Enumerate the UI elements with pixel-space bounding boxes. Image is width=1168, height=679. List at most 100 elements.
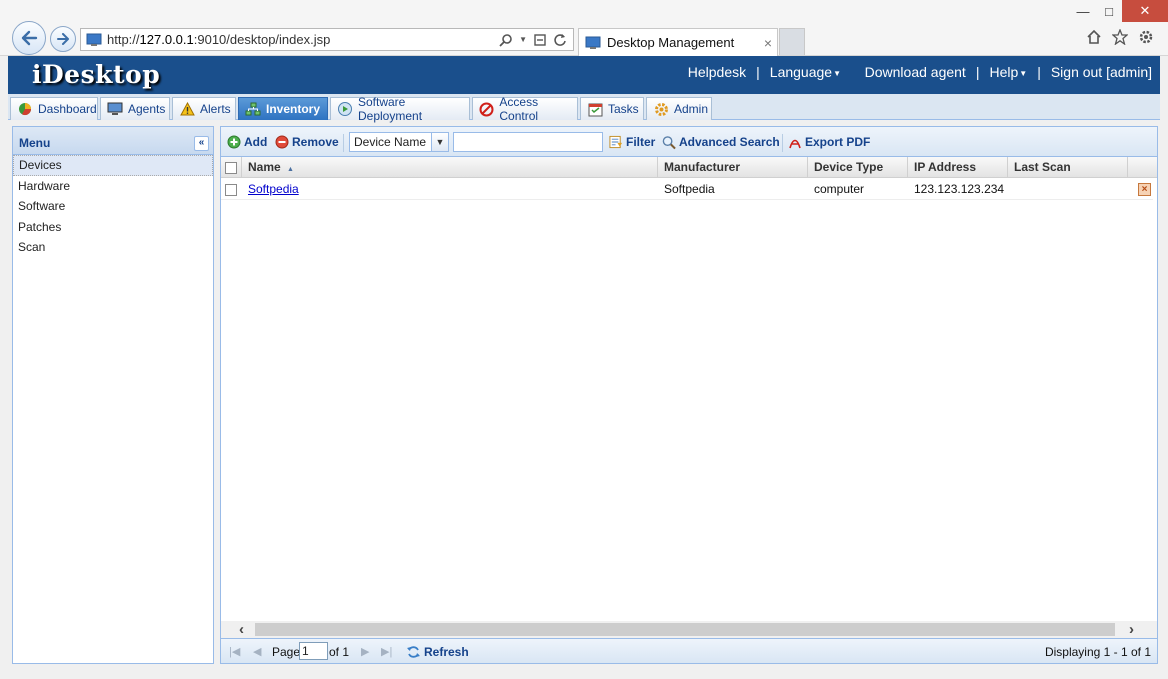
remove-icon bbox=[275, 135, 289, 149]
download-agent-link[interactable]: Download agent bbox=[865, 64, 966, 80]
column-manufacturer[interactable]: Manufacturer bbox=[658, 157, 808, 178]
tab-close-button[interactable]: × bbox=[759, 35, 777, 51]
new-tab-button[interactable] bbox=[779, 28, 805, 55]
monitor-icon bbox=[107, 101, 123, 117]
search-icon[interactable] bbox=[499, 33, 513, 47]
pie-chart-icon bbox=[17, 101, 33, 117]
tab-dashboard[interactable]: Dashboard bbox=[10, 97, 98, 120]
select-all-checkbox[interactable] bbox=[225, 161, 237, 174]
menu-item-patches[interactable]: Patches bbox=[13, 217, 213, 238]
url-host: 127.0.0.1 bbox=[139, 32, 194, 47]
scrollbar-thumb[interactable] bbox=[255, 623, 1115, 636]
header-links: Helpdesk | Language▼ | Download agent | … bbox=[688, 64, 1152, 80]
first-page-icon[interactable]: |◀ bbox=[229, 645, 240, 658]
helpdesk-link[interactable]: Helpdesk bbox=[688, 64, 746, 80]
scroll-left-icon[interactable]: ‹ bbox=[233, 621, 250, 638]
collapse-panel-button[interactable]: « bbox=[194, 136, 209, 151]
tab-software-deployment[interactable]: Software Deployment bbox=[330, 95, 470, 123]
filter-label: Filter bbox=[626, 135, 656, 149]
device-link[interactable]: Softpedia bbox=[248, 182, 299, 196]
table-row[interactable]: Softpedia Softpedia computer 123.123.123… bbox=[221, 179, 1153, 200]
tab-label: Admin bbox=[674, 102, 709, 116]
close-window-button[interactable]: ✕ bbox=[1122, 0, 1168, 22]
search-field-select[interactable]: Device Name ▼ bbox=[349, 132, 449, 152]
export-pdf-label: Export PDF bbox=[805, 135, 871, 149]
add-button[interactable]: Add bbox=[227, 135, 267, 149]
page-label: Page bbox=[272, 645, 301, 659]
tab-tasks[interactable]: Tasks bbox=[580, 97, 644, 120]
tab-label: Alerts bbox=[200, 102, 231, 116]
menu-item-scan[interactable]: Scan bbox=[13, 237, 213, 258]
chevron-down-icon[interactable]: ▼ bbox=[519, 35, 527, 44]
filter-icon bbox=[609, 135, 623, 149]
page-count: of 1 bbox=[329, 645, 350, 659]
window-controls: — □ ✕ bbox=[1070, 0, 1168, 22]
address-bar[interactable]: http://127.0.0.1:9010/desktop/index.jsp … bbox=[80, 28, 574, 51]
filter-button[interactable]: Filter bbox=[609, 135, 655, 149]
maximize-button[interactable]: □ bbox=[1096, 0, 1122, 22]
scroll-right-icon[interactable]: › bbox=[1123, 621, 1140, 638]
refresh-icon bbox=[407, 646, 420, 658]
add-label: Add bbox=[244, 135, 268, 149]
toolbar-separator bbox=[343, 134, 344, 152]
help-link[interactable]: Help▼ bbox=[989, 64, 1027, 80]
sign-out-link[interactable]: Sign out [admin] bbox=[1051, 64, 1152, 80]
last-page-icon[interactable]: ▶| bbox=[381, 645, 392, 658]
column-name[interactable]: Name ▲ bbox=[242, 157, 658, 178]
column-last-scan[interactable]: Last Scan bbox=[1008, 157, 1128, 178]
page-number-input[interactable]: 1 bbox=[299, 642, 328, 660]
remove-button[interactable]: Remove bbox=[275, 135, 339, 149]
tab-label: Access Control bbox=[499, 95, 539, 123]
row-checkbox[interactable] bbox=[225, 183, 237, 196]
prev-page-icon[interactable]: ◀ bbox=[253, 645, 261, 658]
select-all-cell bbox=[221, 157, 242, 178]
browser-tab[interactable]: Desktop Management × bbox=[578, 28, 778, 56]
browser-chrome: — □ ✕ http://127.0.0.1:9010/desktop/inde… bbox=[0, 0, 1168, 56]
tab-label: Inventory bbox=[266, 102, 321, 116]
back-button[interactable] bbox=[12, 21, 46, 55]
column-device-type[interactable]: Device Type bbox=[808, 157, 908, 178]
menu-item-software[interactable]: Software bbox=[13, 196, 213, 217]
language-link[interactable]: Language▼ bbox=[770, 64, 841, 80]
tab-admin[interactable]: Admin bbox=[646, 97, 712, 120]
url-prefix: http:// bbox=[107, 32, 140, 47]
tab-inventory[interactable]: Inventory bbox=[238, 97, 328, 120]
forward-button[interactable] bbox=[50, 26, 76, 52]
search-field-value: Device Name bbox=[354, 135, 427, 149]
language-label: Language bbox=[769, 64, 833, 80]
chevron-down-icon[interactable]: ▼ bbox=[431, 133, 448, 151]
warning-icon bbox=[179, 101, 195, 117]
toolbar-separator bbox=[782, 134, 783, 152]
menu-item-devices[interactable]: Devices bbox=[13, 155, 213, 176]
export-pdf-button[interactable]: Export PDF bbox=[788, 135, 870, 149]
tab-access-control[interactable]: Access Control bbox=[472, 95, 578, 123]
page-icon bbox=[86, 33, 102, 46]
search-input[interactable] bbox=[453, 132, 603, 152]
column-header-label: Name bbox=[248, 160, 281, 174]
gear-icon[interactable] bbox=[1138, 29, 1154, 45]
menu-title: Menu bbox=[19, 136, 51, 150]
menu-item-hardware[interactable]: Hardware bbox=[13, 176, 213, 197]
star-icon[interactable] bbox=[1112, 29, 1128, 45]
grid-header: Name ▲ Manufacturer Device Type IP Addre… bbox=[221, 157, 1157, 178]
url-text[interactable]: http://127.0.0.1:9010/desktop/index.jsp bbox=[107, 32, 499, 47]
home-icon[interactable] bbox=[1086, 29, 1102, 45]
arrow-right-icon bbox=[57, 33, 69, 45]
column-ip-address[interactable]: IP Address bbox=[908, 157, 1008, 178]
compat-view-icon[interactable] bbox=[533, 33, 547, 47]
tab-agents[interactable]: Agents bbox=[100, 97, 170, 120]
minimize-button[interactable]: — bbox=[1070, 0, 1096, 22]
magnifier-icon bbox=[662, 135, 676, 149]
row-select-cell bbox=[221, 179, 242, 200]
advanced-search-button[interactable]: Advanced Search bbox=[662, 135, 780, 149]
delete-row-icon[interactable]: × bbox=[1138, 183, 1151, 196]
cell-device-type: computer bbox=[814, 182, 865, 196]
refresh-button[interactable]: Refresh bbox=[406, 645, 469, 659]
no-entry-icon bbox=[479, 101, 494, 117]
pdf-icon bbox=[788, 135, 802, 149]
refresh-icon[interactable] bbox=[553, 33, 567, 47]
tab-alerts[interactable]: Alerts bbox=[172, 97, 236, 120]
separator: | bbox=[1037, 64, 1041, 80]
horizontal-scrollbar[interactable]: ‹ › bbox=[221, 621, 1157, 638]
next-page-icon[interactable]: ▶ bbox=[361, 645, 369, 658]
